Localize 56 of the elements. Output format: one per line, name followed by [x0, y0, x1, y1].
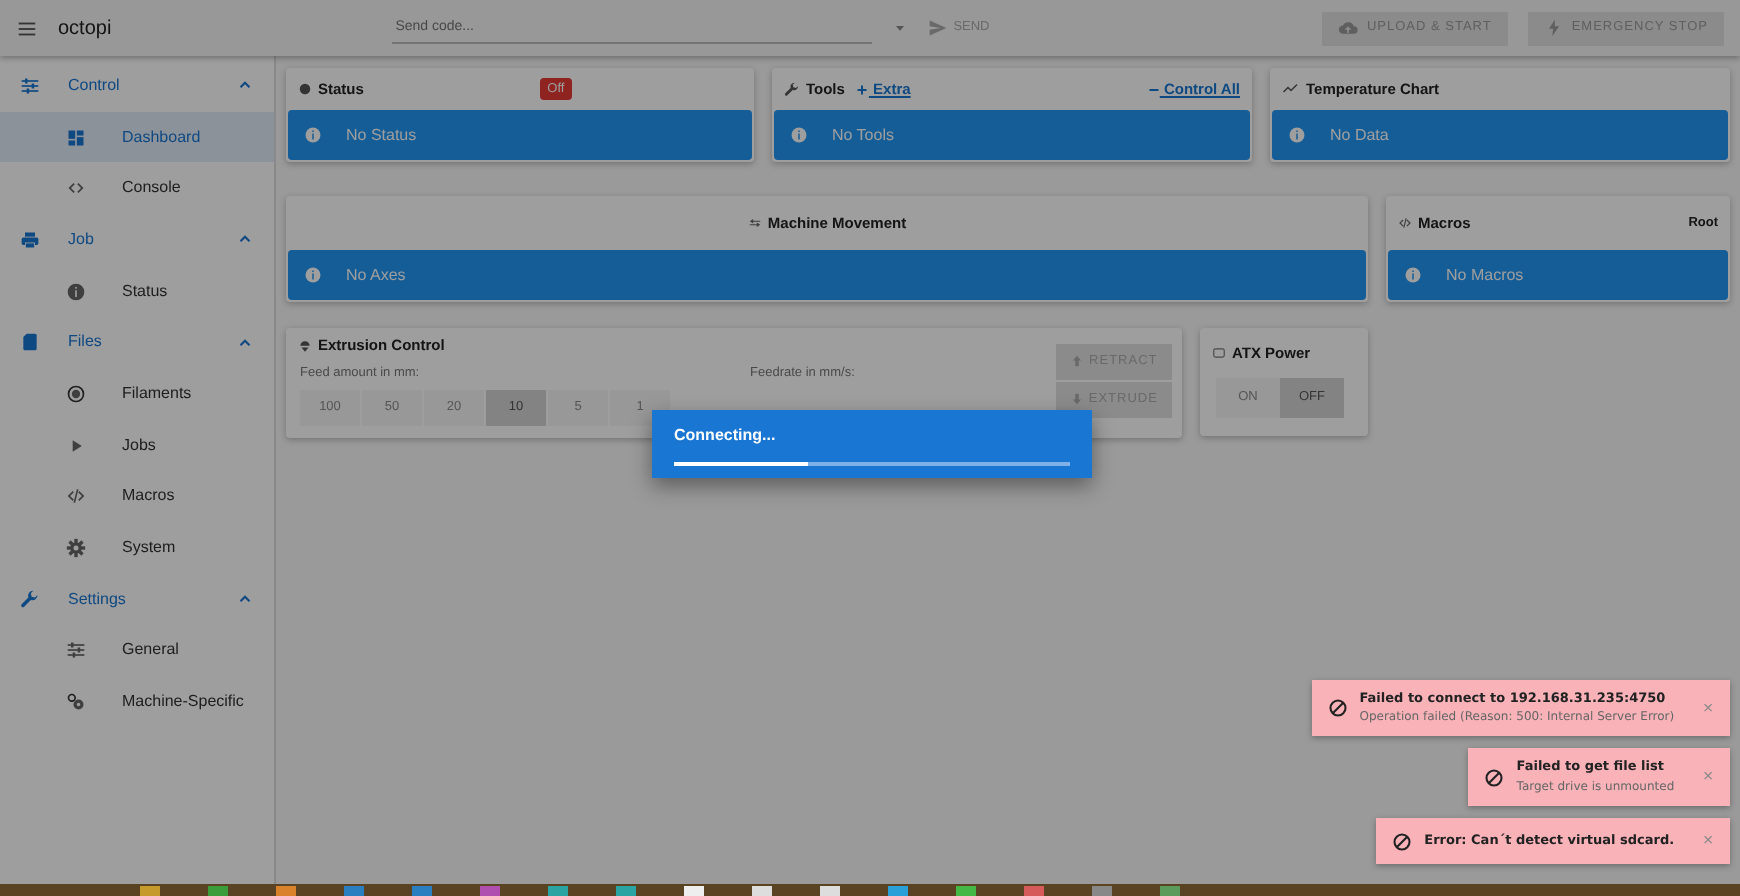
blocked-icon: [1392, 831, 1413, 851]
chart-line-icon: [1282, 80, 1300, 98]
alert-text: No Macros: [1446, 263, 1524, 287]
sidebar-item[interactable]: General: [0, 625, 274, 677]
minus-icon: [1147, 83, 1160, 96]
app-title: octopi: [58, 15, 112, 43]
sidebar-item[interactable]: Jobs: [0, 419, 274, 471]
menu-icon: [16, 17, 38, 39]
info-icon: [790, 126, 808, 144]
cloud-upload-icon: [1338, 18, 1359, 38]
code-icon: [66, 178, 86, 199]
code-icon: [66, 486, 86, 507]
extruder-icon: [298, 339, 312, 353]
alert-text: No Axes: [346, 263, 406, 287]
sidebar-item[interactable]: Status: [0, 265, 274, 317]
sidebar-item[interactable]: Filaments: [0, 368, 274, 420]
wrench-icon: [784, 81, 800, 97]
gear-icon: [66, 538, 86, 559]
dialog-title: Connecting...: [674, 424, 778, 448]
dashboard-icon: [66, 127, 86, 148]
sidebar-group[interactable]: Files: [0, 316, 274, 369]
sidebar-item[interactable]: Machine-Specific: [0, 676, 274, 728]
sidebar-item[interactable]: Dashboard: [0, 111, 274, 163]
sidebar-group[interactable]: Settings: [0, 573, 274, 626]
alert-text: No Status: [346, 123, 417, 147]
sidebar-item[interactable]: Console: [0, 162, 274, 215]
send-icon: [927, 18, 948, 38]
blocked-icon: [1327, 697, 1348, 718]
caret-icon: [891, 20, 908, 36]
info-icon: [304, 266, 322, 284]
wrench-icon: [20, 589, 40, 610]
sidebar-item[interactable]: Macros: [0, 471, 274, 523]
blocked-icon: [1484, 767, 1505, 788]
plus-icon: [856, 83, 869, 96]
alert-text: No Data: [1330, 123, 1389, 147]
radio-icon: [66, 383, 86, 404]
sliders-icon: [20, 75, 40, 96]
lightning-icon: [1543, 18, 1564, 38]
sidebar-group[interactable]: Job: [0, 214, 274, 266]
info-icon: [304, 126, 322, 144]
sidebar-item[interactable]: System: [0, 522, 274, 574]
info-icon: [1288, 126, 1306, 144]
arrow-down-icon: [1070, 391, 1085, 406]
file-icon: [20, 332, 40, 353]
arrow-up-icon: [1070, 353, 1085, 368]
gears-icon: [66, 692, 86, 713]
code-icon: [1398, 216, 1412, 230]
sidebar-group[interactable]: Control: [0, 60, 274, 112]
alert-text: No Tools: [832, 123, 894, 147]
status-dot-icon: [298, 82, 312, 96]
info-icon: [1404, 266, 1422, 284]
info-icon: [66, 281, 86, 302]
sliders-icon: [66, 640, 86, 661]
power-icon: [1212, 346, 1226, 360]
printer-icon: [20, 229, 40, 250]
arrows-icon: [747, 216, 762, 230]
